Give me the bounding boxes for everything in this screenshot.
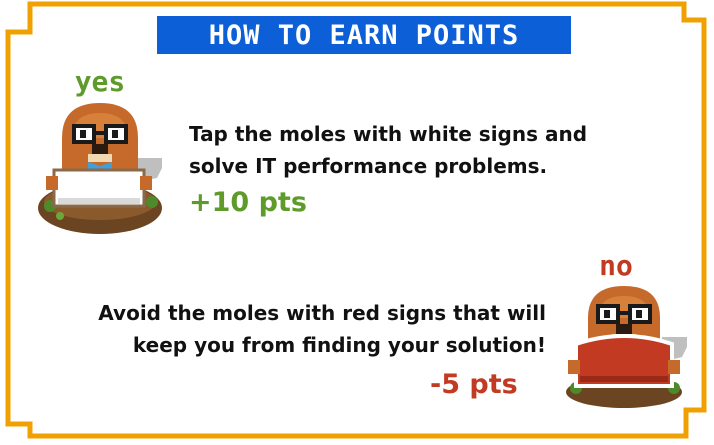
mole-white-sign-icon: [38, 103, 162, 234]
page-title: HOW TO EARN POINTS: [157, 16, 571, 54]
no-label: no: [599, 249, 633, 282]
no-line-1: Avoid the moles with red signs that will: [98, 301, 546, 325]
no-points: -5 pts: [430, 369, 518, 400]
mole-red-sign-icon: [566, 286, 687, 408]
no-line-2: keep you from finding your solution!: [132, 333, 546, 357]
yes-points: +10 pts: [189, 187, 307, 218]
yes-line-2: solve IT performance problems.: [189, 154, 548, 178]
yes-label: yes: [74, 65, 126, 98]
no-instructions: Avoid the moles with red signs that will…: [16, 297, 546, 361]
yes-line-1: Tap the moles with white signs and: [189, 122, 588, 146]
yes-instructions: Tap the moles with white signs and solve…: [189, 118, 689, 182]
